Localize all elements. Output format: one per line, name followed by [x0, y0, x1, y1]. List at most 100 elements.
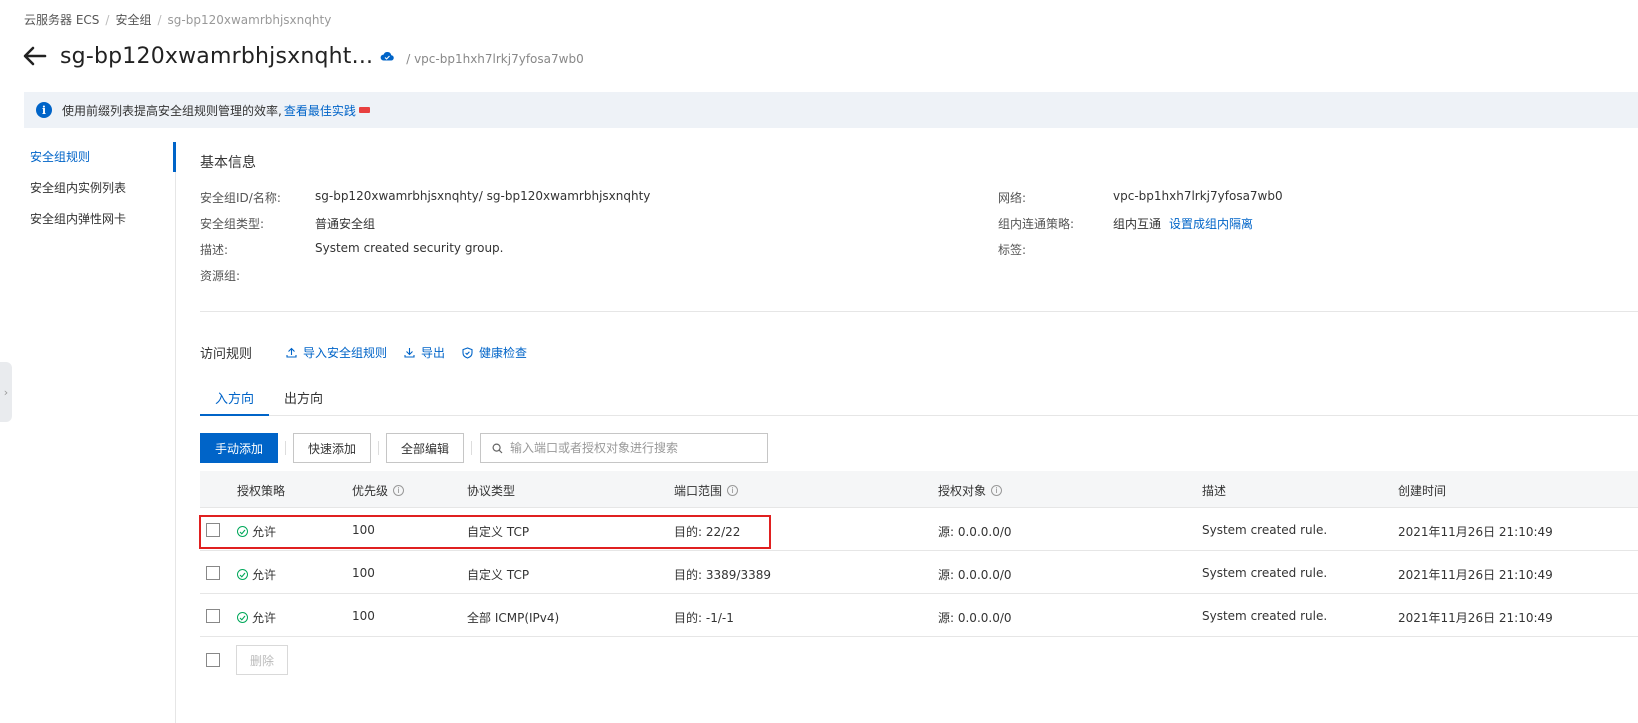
search-icon: [492, 442, 503, 453]
export-button[interactable]: 导出: [404, 344, 445, 361]
delete-button[interactable]: 删除: [236, 645, 289, 675]
policy-label: 允许: [252, 611, 277, 625]
info-row-tags: 标签:: [998, 241, 1113, 258]
tab-outbound[interactable]: 出方向: [269, 380, 338, 415]
priority-cell: 100: [352, 609, 375, 623]
manual-add-button[interactable]: 手动添加: [200, 433, 279, 463]
info-row-network: 网络: vpc-bp1hxh7lrkj7yfosa7wb0: [998, 189, 1283, 206]
sidebar-item-security-rules[interactable]: 安全组规则: [24, 146, 176, 177]
source-cell: 源: 0.0.0.0/0: [938, 568, 1012, 582]
breadcrumb-security-group[interactable]: 安全组: [115, 11, 151, 28]
policy-label: 允许: [252, 568, 277, 582]
rules-header: 访问规则 导入安全组规则 导出 健康检查: [200, 343, 544, 362]
tab-inbound[interactable]: 入方向: [200, 380, 270, 416]
quick-add-button[interactable]: 快速添加: [293, 433, 372, 463]
rules-toolbar: 手动添加 快速添加 全部编辑: [200, 433, 769, 463]
column-header-source: 授权对象 i: [938, 482, 1003, 499]
import-rules-button[interactable]: 导入安全组规则: [286, 344, 387, 361]
check-circle-icon: [237, 569, 248, 580]
new-badge-icon: [358, 107, 370, 113]
connectivity-value: 组内互通: [1113, 217, 1162, 231]
sidebar-item-instances[interactable]: 安全组内实例列表: [24, 177, 176, 208]
created-time-cell: 2021年11月26日 21:10:49: [1398, 525, 1553, 539]
toolbar-separator: [471, 441, 473, 455]
protocol-cell: 自定义 TCP: [467, 568, 530, 582]
column-header-policy: 授权策略: [237, 482, 285, 499]
info-key: 资源组:: [200, 269, 241, 283]
select-all-checkbox[interactable]: [206, 653, 220, 667]
page-title: sg-bp120xwamrbhjsxnqht...: [60, 43, 374, 69]
check-circle-icon: [237, 526, 248, 537]
health-check-label: 健康检查: [479, 346, 528, 360]
direction-tabs: 入方向 出方向: [200, 380, 1638, 416]
table-row: 允许 100 自定义 TCP 目的: 22/22 源: 0.0.0.0/0 Sy…: [200, 508, 1638, 551]
search-box[interactable]: [480, 433, 769, 463]
policy-cell: 允许: [237, 566, 276, 583]
back-arrow-icon[interactable]: [22, 45, 48, 67]
info-icon: i: [36, 102, 52, 118]
export-label: 导出: [421, 346, 446, 360]
sidebar-toggle-handle[interactable]: ›: [0, 362, 12, 422]
help-icon[interactable]: i: [991, 485, 1003, 496]
info-row-id-name: 安全组ID/名称: sg-bp120xwamrbhjsxnqhty/ sg-bp…: [200, 189, 650, 206]
info-row-resource-group: 资源组:: [200, 267, 315, 284]
column-header-label: 创建时间: [1398, 484, 1447, 498]
rules-table: 授权策略 优先级 i 协议类型 端口范围 i 授权对象 i 描述 创建时间 允许 10…: [200, 471, 1638, 637]
description-cell: System created rule.: [1202, 609, 1328, 623]
edit-all-button[interactable]: 全部编辑: [386, 433, 465, 463]
column-header-label: 优先级: [352, 484, 389, 498]
source-cell: 源: 0.0.0.0/0: [938, 525, 1012, 539]
protocol-cell: 自定义 TCP: [467, 525, 530, 539]
column-header-created: 创建时间: [1398, 482, 1446, 499]
health-check-button[interactable]: 健康检查: [462, 344, 527, 361]
section-divider: [200, 311, 1638, 312]
column-header-port: 端口范围 i: [674, 482, 739, 499]
info-notice: i 使用前缀列表提高安全组规则管理的效率, 查看最佳实践: [24, 92, 1638, 128]
basic-info-title: 基本信息: [200, 155, 256, 171]
priority-cell: 100: [352, 566, 375, 580]
breadcrumb-current: sg-bp120xwamrbhjsxnqhty: [167, 12, 332, 27]
info-value: sg-bp120xwamrbhjsxnqhty/ sg-bp120xwamrbh…: [315, 189, 651, 203]
breadcrumb-separator: /: [157, 12, 162, 27]
created-time-cell: 2021年11月26日 21:10:49: [1398, 568, 1553, 582]
best-practice-link[interactable]: 查看最佳实践: [284, 102, 356, 119]
info-key: 组内连通策略:: [998, 217, 1075, 231]
table-row: 允许 100 自定义 TCP 目的: 3389/3389 源: 0.0.0.0/…: [200, 551, 1638, 594]
help-icon[interactable]: i: [727, 485, 739, 496]
description-cell: System created rule.: [1202, 566, 1328, 580]
search-input[interactable]: [510, 441, 761, 455]
port-cell: 目的: 3389/3389: [674, 568, 771, 582]
info-key: 描述:: [200, 243, 229, 257]
column-header-label: 授权对象: [938, 484, 987, 498]
breadcrumb: 云服务器 ECS / 安全组 / sg-bp120xwamrbhjsxnqhty: [24, 11, 331, 28]
description-cell: System created rule.: [1202, 523, 1328, 537]
info-key: 网络:: [998, 191, 1027, 205]
column-header-label: 端口范围: [674, 484, 723, 498]
policy-cell: 允许: [237, 523, 276, 540]
row-checkbox[interactable]: [206, 609, 220, 623]
column-header-priority: 优先级 i: [352, 482, 405, 499]
shield-icon: [462, 346, 473, 359]
vpc-subtitle[interactable]: / vpc-bp1hxh7lrkj7yfosa7wb0: [406, 46, 583, 66]
help-icon[interactable]: i: [393, 485, 405, 496]
created-time-cell: 2021年11月26日 21:10:49: [1398, 611, 1553, 625]
policy-label: 允许: [252, 525, 277, 539]
info-value: vpc-bp1hxh7lrkj7yfosa7wb0: [1113, 189, 1283, 203]
table-footer: 删除: [200, 645, 289, 675]
breadcrumb-ecs[interactable]: 云服务器 ECS: [24, 11, 99, 28]
cloud-icon: [380, 51, 394, 61]
sidebar-item-enis[interactable]: 安全组内弹性网卡: [24, 208, 176, 239]
info-key: 安全组ID/名称:: [200, 191, 281, 205]
port-cell: 目的: 22/22: [674, 525, 741, 539]
rules-title: 访问规则: [200, 347, 253, 362]
toolbar-separator: [378, 441, 380, 455]
policy-cell: 允许: [237, 609, 276, 626]
priority-cell: 100: [352, 523, 375, 537]
info-key: 安全组类型:: [200, 217, 265, 231]
row-checkbox[interactable]: [206, 566, 220, 580]
info-row-type: 安全组类型: 普通安全组: [200, 215, 375, 232]
info-row-connectivity: 组内连通策略: 组内互通 设置成组内隔离: [998, 215, 1253, 232]
row-checkbox[interactable]: [206, 523, 220, 537]
side-navigation: 安全组规则 安全组内实例列表 安全组内弹性网卡: [24, 146, 176, 239]
set-isolation-link[interactable]: 设置成组内隔离: [1169, 217, 1253, 231]
